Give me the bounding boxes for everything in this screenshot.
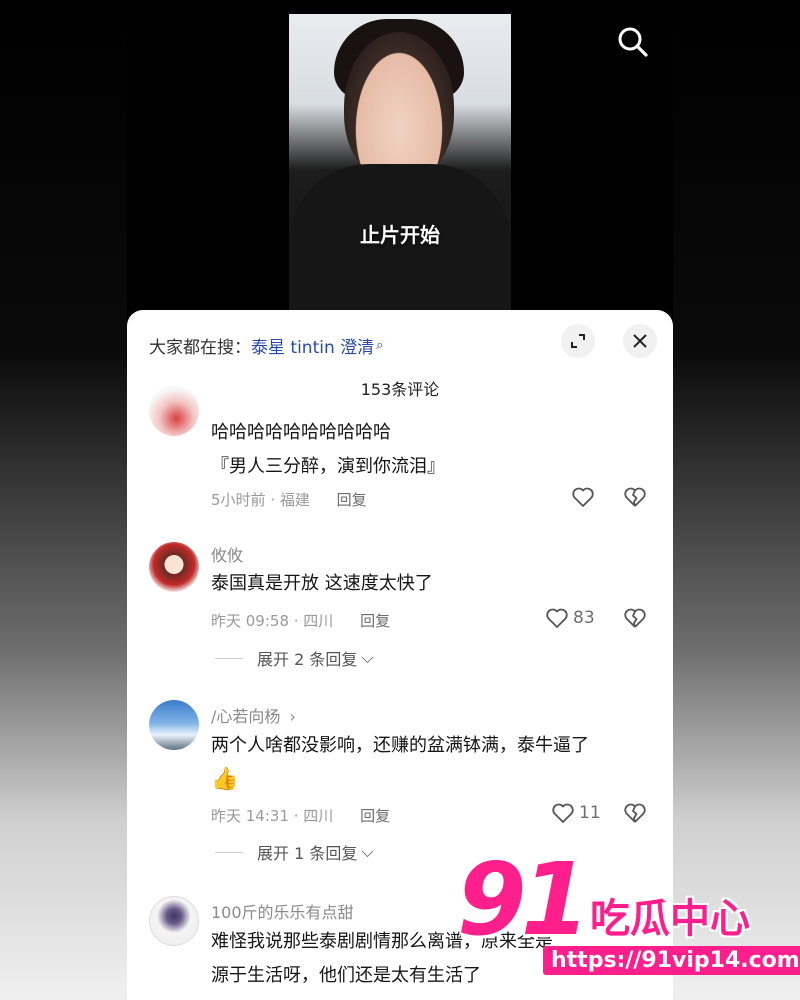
close-icon bbox=[633, 334, 647, 348]
avatar[interactable] bbox=[149, 896, 199, 946]
video-subject-face bbox=[344, 32, 454, 182]
search-icon[interactable] bbox=[615, 24, 651, 60]
hot-search-label: 大家都在搜： bbox=[149, 337, 251, 358]
comment-item: /心若向杨 › 两个人啥都没影响，还赚的盆满钵满，泰牛逼了 👍 昨天 14:31… bbox=[127, 700, 673, 870]
thumbs-up-emoji: 👍 bbox=[211, 767, 239, 792]
comment-text: 两个人啥都没影响，还赚的盆满钵满，泰牛逼了 bbox=[211, 735, 589, 756]
comment-item: 哈哈哈哈哈哈哈哈哈哈 『男人三分醉，演到你流泪』 5小时前 · 福建 回复 bbox=[127, 386, 673, 528]
expand-replies-label: 展开 2 条回复 bbox=[257, 650, 358, 669]
broken-heart-icon bbox=[624, 803, 646, 823]
heart-icon bbox=[546, 608, 568, 628]
chevron-down-icon: ⌵ bbox=[361, 842, 374, 861]
comment-username[interactable]: 攸攸 bbox=[211, 542, 243, 566]
comment-time-location: 昨天 09:58 · 四川 bbox=[211, 612, 334, 630]
comment-username-text: /心若向杨 bbox=[211, 707, 281, 726]
expand-replies-label: 展开 1 条回复 bbox=[257, 844, 358, 863]
dislike-button[interactable] bbox=[623, 486, 647, 512]
like-button[interactable]: 11 bbox=[551, 802, 601, 824]
reply-button[interactable]: 回复 bbox=[360, 612, 390, 630]
broken-heart-icon bbox=[624, 487, 646, 507]
comment-meta: 5小时前 · 福建 回复 bbox=[211, 489, 367, 510]
divider bbox=[215, 657, 243, 659]
like-count: 83 bbox=[573, 608, 595, 628]
heart-icon bbox=[572, 487, 594, 507]
comment-username[interactable]: 100斤的乐乐有点甜 bbox=[211, 899, 354, 923]
comment-meta: 昨天 09:58 · 四川 回复 bbox=[211, 610, 390, 631]
like-count: 11 bbox=[579, 803, 601, 823]
phone-screen: 止片开始 大家都在搜： 泰星 tintin 澄清 ⌕ 153条评论 哈哈哈哈哈哈… bbox=[127, 0, 673, 1000]
reply-button[interactable]: 回复 bbox=[360, 807, 390, 825]
broken-heart-icon bbox=[624, 608, 646, 628]
divider bbox=[215, 851, 243, 853]
reply-button[interactable]: 回复 bbox=[337, 491, 367, 509]
dislike-button[interactable] bbox=[623, 607, 647, 633]
video-caption: 止片开始 bbox=[360, 223, 440, 247]
avatar[interactable] bbox=[149, 700, 199, 750]
comment-text-line2: 源于生活呀，他们还是太有生活了 bbox=[211, 965, 481, 986]
comment-text: 难怪我说那些泰剧剧情那么离谱，原来全是 bbox=[211, 931, 553, 952]
like-button[interactable]: 83 bbox=[545, 607, 595, 629]
comment-time-location: 5小时前 · 福建 bbox=[211, 491, 310, 509]
comment-username[interactable]: /心若向杨 › bbox=[211, 703, 296, 727]
comment-text-line2: 『男人三分醉，演到你流泪』 bbox=[211, 456, 445, 477]
comment-meta: 昨天 14:31 · 四川 回复 bbox=[211, 805, 390, 826]
avatar[interactable] bbox=[149, 542, 199, 592]
chevron-down-icon: ⌵ bbox=[361, 648, 374, 667]
hot-search-term-link[interactable]: 泰星 tintin 澄清 bbox=[251, 333, 374, 358]
search-small-icon: ⌕ bbox=[376, 337, 384, 353]
comments-sheet: 大家都在搜： 泰星 tintin 澄清 ⌕ 153条评论 哈哈哈哈哈哈哈哈哈哈 … bbox=[127, 310, 673, 1000]
avatar[interactable] bbox=[149, 386, 199, 436]
dislike-button[interactable] bbox=[623, 802, 647, 828]
comment-text: 哈哈哈哈哈哈哈哈哈哈 bbox=[211, 422, 391, 443]
video-player[interactable]: 止片开始 bbox=[289, 14, 511, 314]
heart-icon bbox=[552, 803, 574, 823]
chevron-right-icon: › bbox=[289, 707, 296, 726]
expand-replies-button[interactable]: 展开 2 条回复 ⌵ bbox=[215, 646, 374, 670]
comment-text: 泰国真是开放 这速度太快了 bbox=[211, 573, 433, 594]
comment-count: 153条评论 bbox=[360, 380, 440, 399]
expand-sheet-button[interactable] bbox=[561, 324, 595, 358]
comment-item: 攸攸 泰国真是开放 这速度太快了 昨天 09:58 · 四川 回复 83 展开 … bbox=[127, 538, 673, 678]
expand-replies-button[interactable]: 展开 1 条回复 ⌵ bbox=[215, 840, 374, 864]
comment-item: 100斤的乐乐有点甜 难怪我说那些泰剧剧情那么离谱，原来全是 源于生活呀，他们还… bbox=[127, 896, 673, 1000]
comment-time-location: 昨天 14:31 · 四川 bbox=[211, 807, 334, 825]
close-sheet-button[interactable] bbox=[623, 324, 657, 358]
like-button[interactable] bbox=[571, 486, 595, 508]
expand-icon bbox=[571, 334, 585, 348]
